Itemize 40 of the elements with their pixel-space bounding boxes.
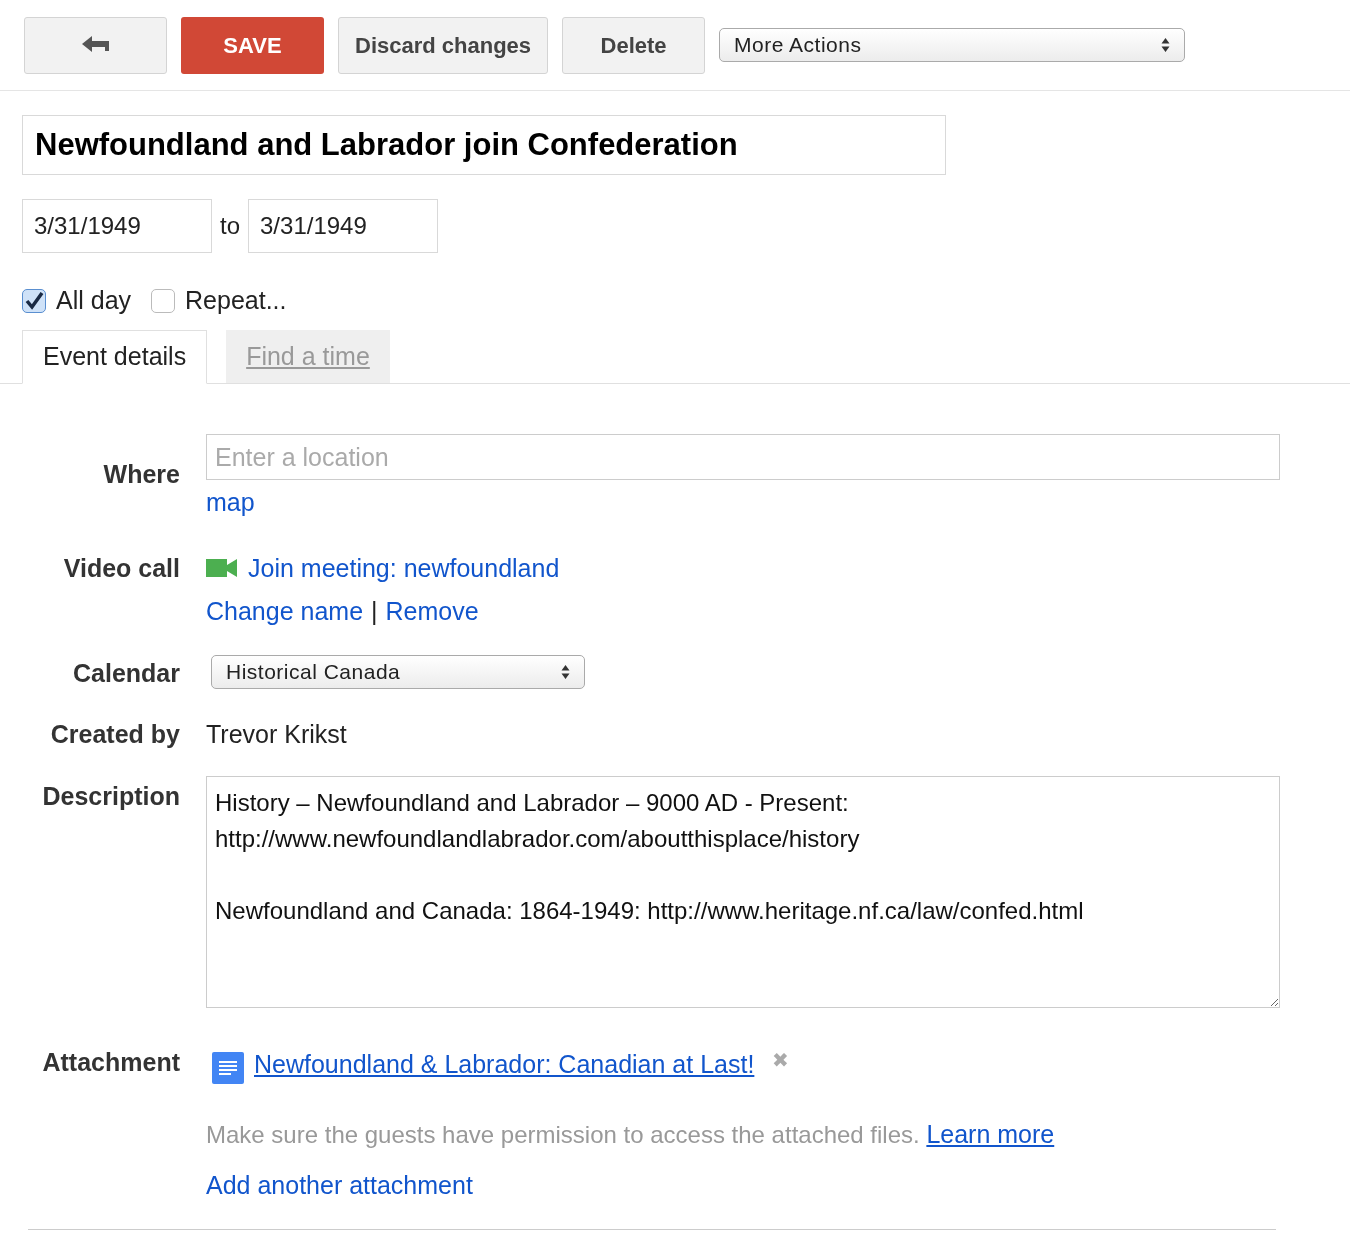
map-link[interactable]: map [206,484,255,522]
save-button[interactable]: SAVE [181,16,324,74]
checkbox[interactable] [22,289,46,313]
field-label: Video call [62,552,180,584]
location-field[interactable]: Enter a location [206,434,1280,480]
change-name-link[interactable]: Change name [206,593,364,631]
permission-note: Make sure the guests have permission to access the attached files. Learn more [206,1118,1055,1150]
calendar-dropdown[interactable]: Historical Canada [211,654,585,689]
learn-more-link[interactable]: Learn more [926,1119,1055,1148]
updown-arrows-icon [1161,37,1171,53]
join-meeting-link[interactable]: Join meeting: newfoundland [248,549,560,587]
more-actions-dropdown[interactable]: More Actions [719,28,1186,62]
back-button[interactable] [24,16,167,74]
to-label: to [220,211,240,241]
start-date-field[interactable]: 3/31/1949 [22,199,212,253]
field-label: Created by [49,719,180,750]
dropdown-value: More Actions [734,32,862,59]
description-field[interactable]: History – Newfoundland and Labrador – 9000 AD - Present: http://www.newfoundlandlabrador.com/aboutthisplace/history Newfoundland and Canada: 1864-1949: http://www.heritage.nf.ca/law/confed.html [206,775,1280,1008]
back-arrow-icon [80,35,111,55]
dropdown-value: Historical Canada [226,658,401,685]
video-camera-icon [206,559,237,578]
end-date-field[interactable]: 3/31/1949 [248,199,438,253]
updown-arrows-icon [561,663,570,680]
field-label: Description [41,780,180,812]
attachment-link[interactable]: Newfoundland & Labrador: Canadian at Last! [254,1045,755,1084]
add-attachment-link[interactable]: Add another attachment [206,1167,473,1205]
separator: | [371,596,378,627]
checkbox-label: Repeat... [185,285,287,317]
checkbox[interactable] [151,289,176,313]
toolbar-button[interactable]: Discard changes [338,16,549,74]
toolbar-button[interactable]: Delete [562,16,706,74]
document-icon [212,1051,244,1084]
remove-link[interactable]: Remove [385,593,479,631]
field-label: Attachment [41,1046,180,1078]
tab[interactable]: Event details [22,330,208,384]
event-title-field[interactable]: Newfoundland and Labrador join Confederation [22,115,946,175]
checkbox-label: All day [56,285,132,317]
creator-name: Trevor Krikst [206,719,348,750]
field-label: Calendar [72,657,180,689]
field-label: Where [102,459,180,490]
